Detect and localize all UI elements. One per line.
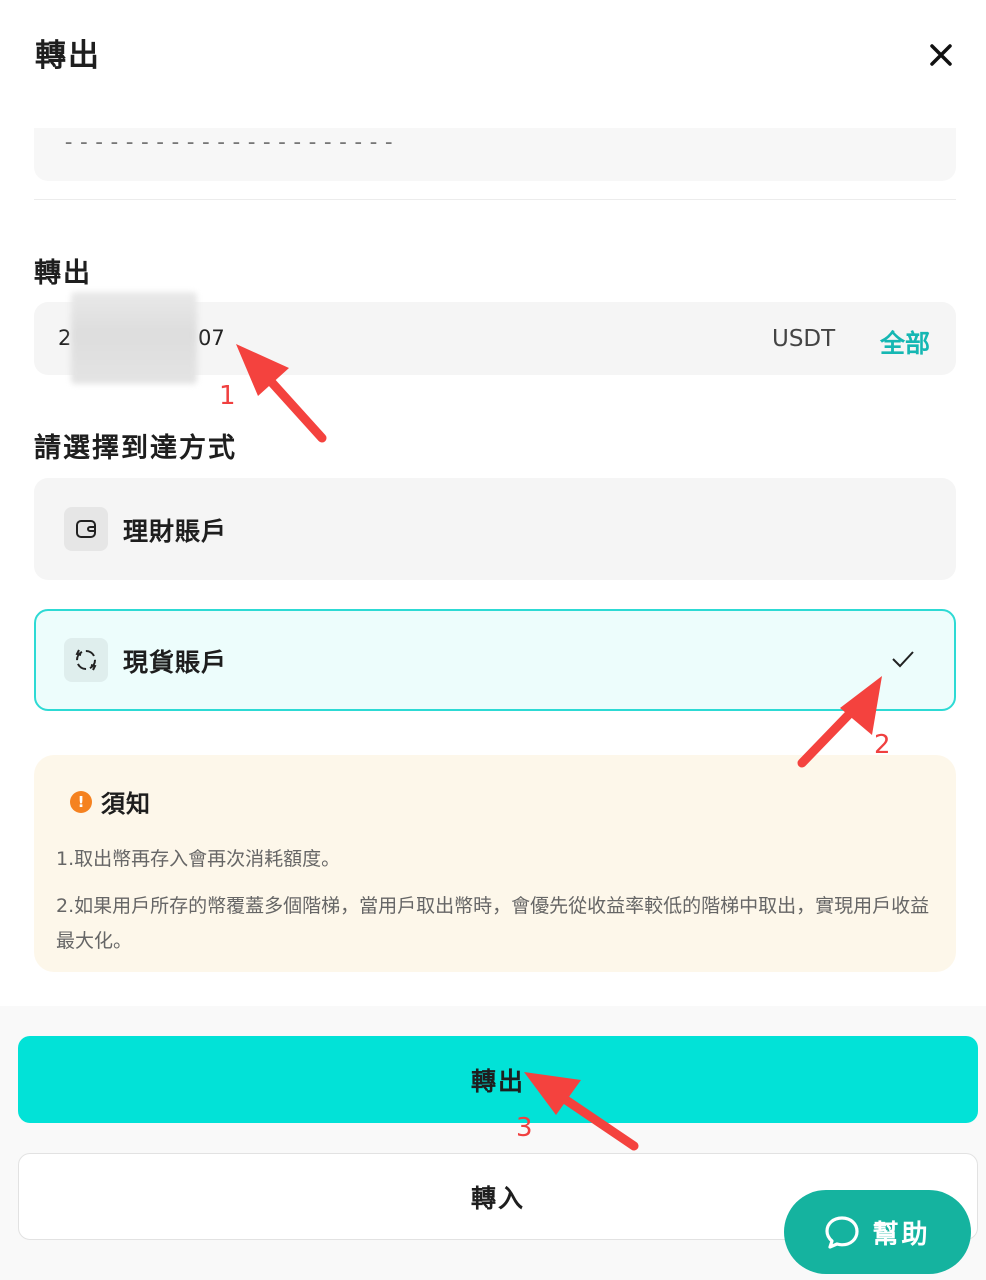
cycle-icon xyxy=(64,638,108,682)
help-label: 幫助 xyxy=(872,1219,931,1250)
arrival-label: 請選擇到達方式 xyxy=(34,433,237,464)
warning-icon: ! xyxy=(70,790,92,813)
help-button[interactable]: 幫助 xyxy=(784,1190,971,1274)
all-button[interactable]: 全部 xyxy=(880,324,930,360)
wallet-icon xyxy=(64,507,108,551)
amount-suffix: 07 xyxy=(198,326,225,350)
unit-label: USDT xyxy=(772,326,836,352)
placeholder-dashes: ---------------------- xyxy=(62,130,398,155)
annotation-2: 2 xyxy=(874,730,891,760)
notice-title: 須知 xyxy=(101,790,151,818)
option-wealth-account[interactable]: 理財賬戶 xyxy=(34,478,956,580)
notice-item: 1.取出幣再存入會再次消耗額度。 xyxy=(56,848,341,870)
redacted-blur xyxy=(71,292,197,384)
notice-header: ! 須知 xyxy=(70,784,151,819)
notice-box: ! 須知 1.取出幣再存入會再次消耗額度。 2.如果用戶所存的幣覆蓋多個階梯，當… xyxy=(34,755,956,972)
option-label: 現貨賬戶 xyxy=(123,648,228,677)
option-spot-account[interactable]: 現貨賬戶 xyxy=(34,609,956,711)
transfer-out-button[interactable]: 轉出 xyxy=(18,1036,978,1123)
option-label: 理財賬戶 xyxy=(123,517,228,546)
amount-prefix: 2 xyxy=(58,326,72,350)
chat-bubble-icon xyxy=(825,1216,860,1249)
check-icon xyxy=(892,651,914,668)
top-card: ---------------------- xyxy=(34,128,956,181)
transfer-label: 轉出 xyxy=(34,258,92,289)
close-icon[interactable] xyxy=(926,40,956,70)
page-title: 轉出 xyxy=(35,38,101,74)
annotation-1: 1 xyxy=(219,381,236,411)
notice-item: 2.如果用戶所存的幣覆蓋多個階梯，當用戶取出幣時，會優先從收益率較低的階梯中取出… xyxy=(56,895,930,952)
divider xyxy=(34,199,956,200)
annotation-3: 3 xyxy=(516,1113,533,1143)
